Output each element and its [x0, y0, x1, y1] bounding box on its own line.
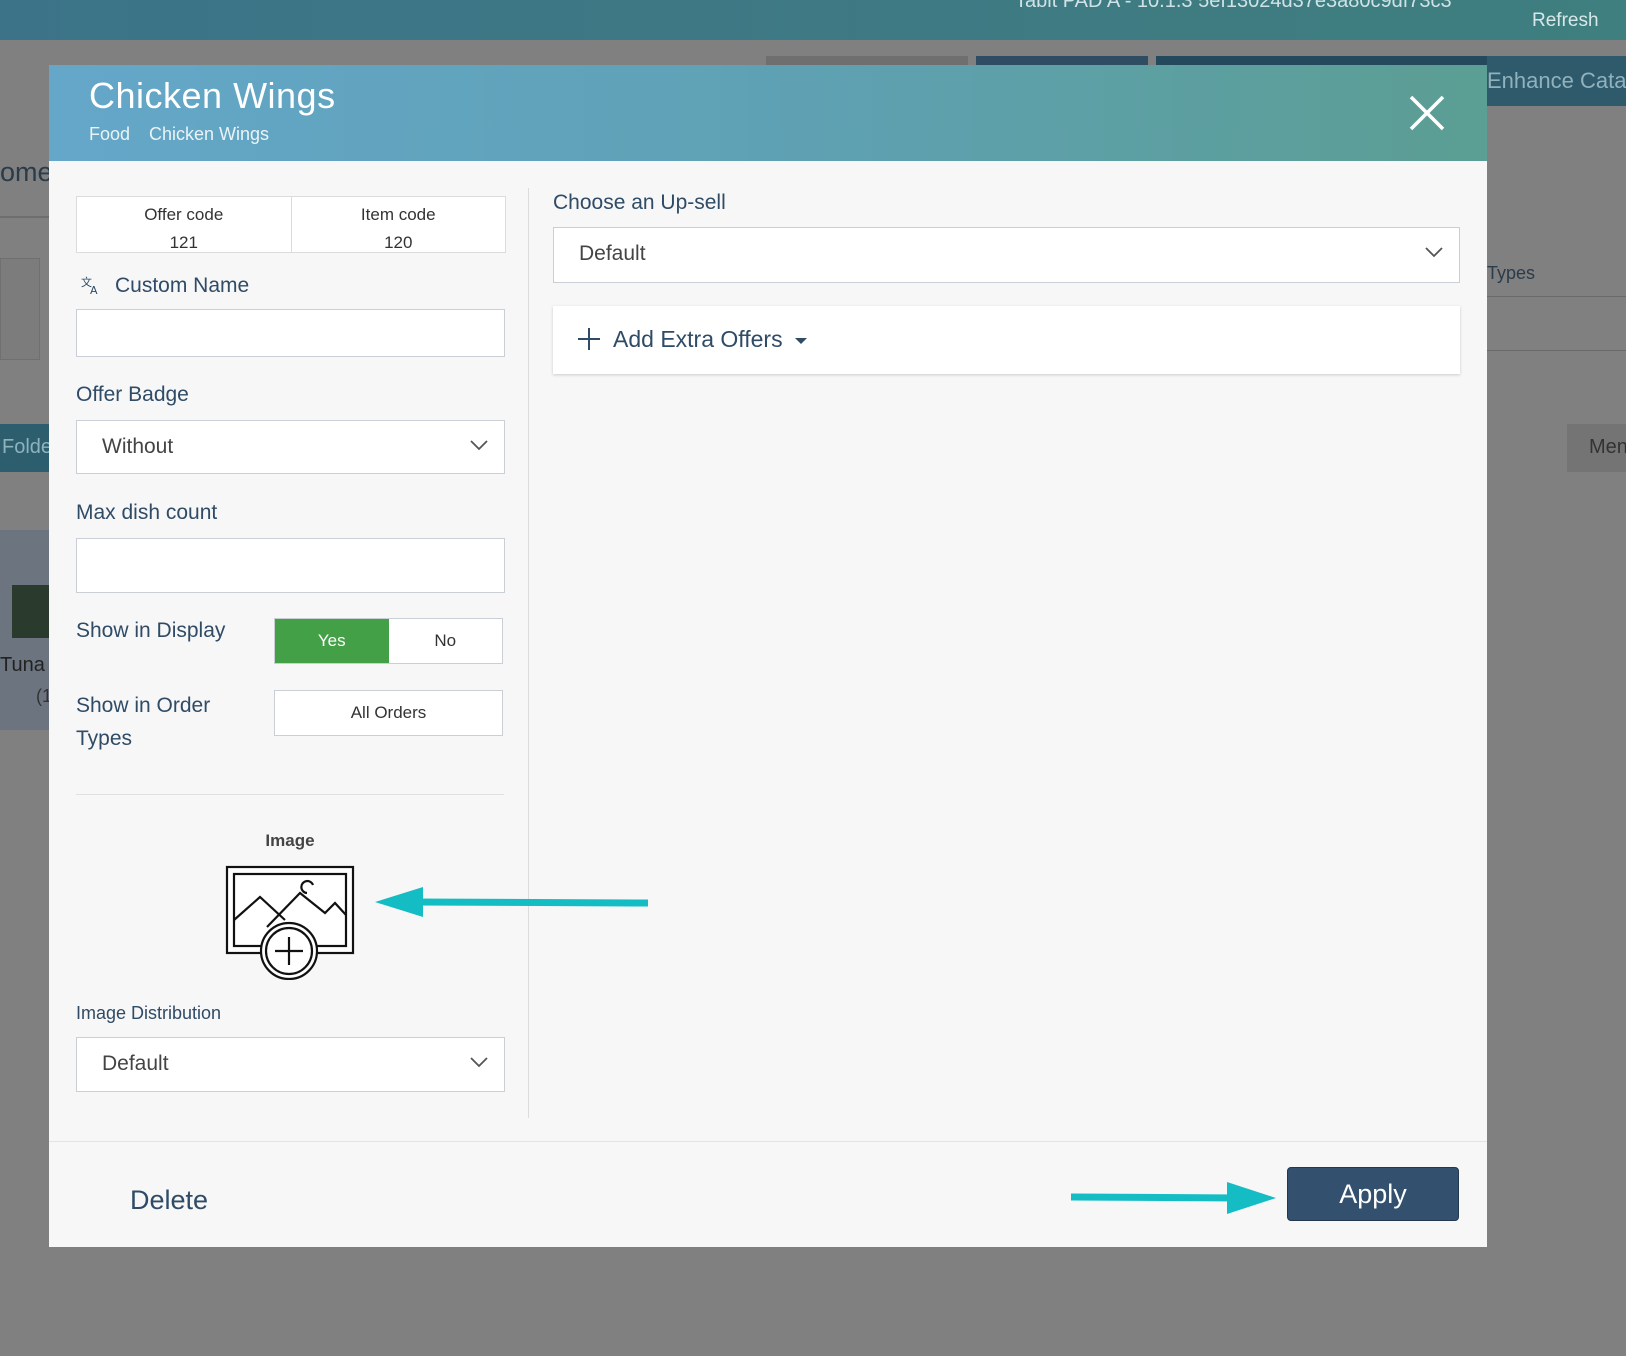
- image-distribution-value: Default: [102, 1052, 169, 1075]
- close-icon[interactable]: [1407, 93, 1447, 133]
- bg-divider: [1487, 296, 1626, 297]
- annotation-arrow-left: [375, 887, 649, 917]
- chevron-down-icon: [470, 440, 488, 451]
- show-display-yes-button[interactable]: Yes: [275, 619, 389, 663]
- bg-home-text: ome: [0, 157, 53, 187]
- show-order-label-line1: Show in Order: [76, 694, 211, 717]
- upsell-value: Default: [579, 242, 646, 265]
- show-display-no-button[interactable]: No: [389, 619, 503, 663]
- modal-title: Chicken Wings: [89, 75, 336, 116]
- edit-offer-modal: Chicken Wings Food Chicken Wings Offer c…: [49, 65, 1487, 1247]
- bg-menu-label: Men: [1589, 436, 1626, 458]
- bg-item-thumbnail: [12, 585, 49, 638]
- offer-code-cell: Offer code 121: [77, 197, 291, 252]
- show-display-label: Show in Display: [76, 619, 226, 642]
- modal-header: Chicken Wings Food Chicken Wings: [49, 65, 1487, 161]
- image-distribution-label: Image Distribution: [76, 1003, 222, 1023]
- show-order-label-line2: Types: [76, 727, 133, 750]
- offer-badge-select[interactable]: Without: [76, 420, 505, 474]
- custom-name-label: Custom Name: [115, 274, 250, 297]
- section-divider: [76, 794, 504, 795]
- breadcrumb-item[interactable]: Chicken Wings: [149, 124, 269, 145]
- codes-box: Offer code 121 Item code 120: [76, 196, 506, 253]
- bg-divider: [1487, 350, 1626, 351]
- bg-folder-tab[interactable]: Folde: [0, 424, 53, 472]
- order-types-button[interactable]: All Orders: [274, 690, 503, 736]
- bg-item-card[interactable]: Tuna T (1: [0, 530, 62, 730]
- column-divider: [528, 188, 529, 1118]
- bg-divider: [0, 216, 49, 218]
- device-info: Tabit PAD A - 10.1.3 5ef13024d37e3a80c9d…: [1015, 0, 1452, 12]
- max-dish-label: Max dish count: [76, 501, 218, 524]
- upsell-select[interactable]: Default: [553, 227, 1460, 283]
- refresh-button[interactable]: Refresh: [1532, 10, 1599, 32]
- max-dish-input[interactable]: [76, 538, 505, 593]
- offer-badge-value: Without: [102, 435, 174, 458]
- bg-menu-tab[interactable]: Men: [1567, 424, 1626, 472]
- breadcrumb-food[interactable]: Food: [89, 124, 130, 145]
- show-display-toggle: Yes No: [274, 618, 503, 664]
- footer-divider: [49, 1141, 1487, 1142]
- chevron-down-icon: [1425, 247, 1443, 258]
- caret-down-icon: [795, 338, 807, 344]
- enhance-catalog-button[interactable]: Enhance Catalo: [1487, 56, 1626, 106]
- apply-button[interactable]: Apply: [1287, 1167, 1459, 1221]
- offer-code-value: 121: [169, 233, 198, 252]
- item-code-value: 120: [384, 233, 413, 252]
- item-code-label: Item code: [360, 205, 436, 224]
- bg-folder-label: Folde: [2, 436, 53, 458]
- show-order-label: Show in Order Types: [76, 689, 210, 755]
- plus-icon: [578, 328, 600, 350]
- annotation-arrow-right: [1070, 1182, 1276, 1214]
- add-image-icon[interactable]: [225, 865, 355, 980]
- custom-name-input[interactable]: [76, 309, 505, 357]
- offer-badge-label: Offer Badge: [76, 383, 189, 406]
- upsell-label: Choose an Up-sell: [553, 191, 726, 214]
- app-topbar: Tabit PAD A - 10.1.3 5ef13024d37e3a80c9d…: [0, 0, 1626, 40]
- image-distribution-select[interactable]: Default: [76, 1037, 505, 1092]
- offer-code-label: Offer code: [144, 205, 224, 224]
- translate-icon[interactable]: 文 A: [81, 275, 101, 295]
- svg-text:A: A: [90, 284, 98, 295]
- add-extra-offers-label: Add Extra Offers: [613, 326, 783, 352]
- image-label: Image: [265, 831, 315, 850]
- chevron-down-icon: [470, 1057, 488, 1068]
- enhance-catalog-label: Enhance Catalo: [1487, 68, 1626, 93]
- bg-types-text: Types: [1487, 263, 1536, 283]
- bg-card: [0, 258, 40, 360]
- add-extra-offers-button[interactable]: Add Extra Offers: [553, 306, 1460, 374]
- item-code-cell: Item code 120: [290, 197, 506, 252]
- delete-button[interactable]: Delete: [130, 1185, 208, 1216]
